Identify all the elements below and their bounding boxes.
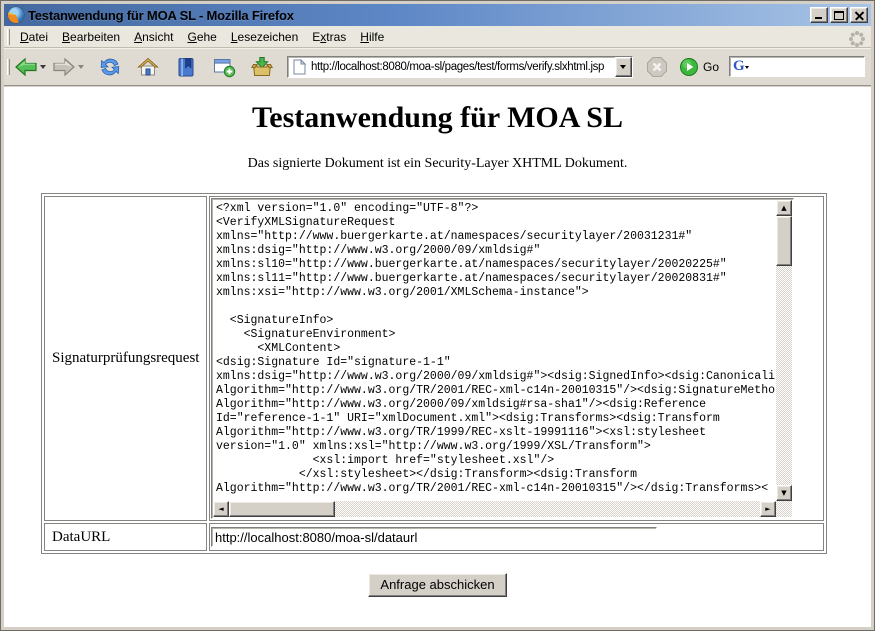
- verify-form-table: Signaturprüfungsrequest <?xml version="1…: [41, 193, 827, 554]
- go-icon: [679, 57, 699, 77]
- back-dropdown-icon[interactable]: [40, 65, 46, 72]
- maximize-icon: [834, 11, 844, 20]
- throbber-icon: [855, 37, 859, 41]
- chevron-down-icon: [620, 65, 626, 72]
- horizontal-scroll-thumb[interactable]: [229, 501, 335, 517]
- dataurl-label: DataURL: [44, 523, 207, 551]
- signature-request-label: Signaturprüfungsrequest: [44, 196, 207, 521]
- stop-button[interactable]: [645, 55, 669, 79]
- toolbar-grip[interactable]: [7, 59, 10, 75]
- go-button[interactable]: Go: [679, 57, 719, 77]
- new-window-button[interactable]: [211, 53, 237, 81]
- window-controls: [810, 7, 868, 23]
- bookmarks-button[interactable]: [173, 53, 199, 81]
- submit-request-button[interactable]: Anfrage abschicken: [368, 573, 506, 597]
- stop-icon: [645, 55, 669, 79]
- browser-window: Testanwendung für MOA SL - Mozilla Firef…: [0, 0, 875, 631]
- reload-icon: [98, 55, 122, 79]
- url-dropdown-button[interactable]: [615, 57, 632, 77]
- maximize-button[interactable]: [830, 7, 848, 23]
- vertical-scroll-thumb[interactable]: [776, 216, 792, 266]
- titlebar[interactable]: Testanwendung für MOA SL - Mozilla Firef…: [4, 4, 871, 26]
- close-button[interactable]: [850, 7, 868, 23]
- table-row-dataurl: DataURL: [44, 523, 824, 551]
- scrollbar-corner: [776, 501, 792, 517]
- go-label: Go: [703, 60, 719, 74]
- minimize-icon: [815, 17, 822, 19]
- dataurl-input[interactable]: [211, 527, 657, 547]
- menu-item-ansicht[interactable]: Ansicht: [127, 27, 180, 47]
- url-input[interactable]: [311, 58, 615, 76]
- downloads-icon: [250, 55, 274, 79]
- home-icon: [136, 55, 160, 79]
- navigation-toolbar: Go G: [4, 48, 871, 86]
- search-input[interactable]: [749, 61, 862, 73]
- vertical-scrollbar[interactable]: ▲ ▼: [776, 200, 792, 501]
- signature-request-textarea[interactable]: <?xml version="1.0" encoding="UTF-8"?> <…: [211, 198, 794, 519]
- table-row-signature-request: Signaturprüfungsrequest <?xml version="1…: [44, 196, 824, 521]
- page-title: Testanwendung für MOA SL: [4, 101, 871, 135]
- url-bar[interactable]: [287, 56, 633, 78]
- reload-button[interactable]: [97, 53, 123, 81]
- scroll-up-icon[interactable]: ▲: [776, 200, 792, 216]
- downloads-button[interactable]: [249, 53, 275, 81]
- menu-item-datei[interactable]: Datei: [13, 27, 55, 47]
- home-button[interactable]: [135, 53, 161, 81]
- google-logo-icon[interactable]: G: [733, 59, 749, 74]
- page-icon: [291, 59, 307, 75]
- forward-button[interactable]: [51, 53, 85, 81]
- menu-item-lesezeichen[interactable]: Lesezeichen: [224, 27, 305, 47]
- page-subtitle: Das signierte Dokument ist ein Security-…: [4, 156, 871, 172]
- new-window-icon: [212, 55, 236, 79]
- search-box[interactable]: G: [729, 56, 865, 77]
- scroll-right-icon[interactable]: ►: [760, 501, 776, 517]
- menu-item-gehe[interactable]: Gehe: [180, 27, 223, 47]
- forward-dropdown-icon[interactable]: [78, 65, 84, 72]
- submit-row: Anfrage abschicken: [4, 573, 871, 597]
- bookmarks-icon: [174, 55, 198, 79]
- back-button[interactable]: [13, 53, 47, 81]
- menubar-items: DateiBearbeitenAnsichtGeheLesezeichenExt…: [13, 27, 391, 47]
- menu-item-extras[interactable]: Extras: [305, 27, 353, 47]
- scroll-down-icon[interactable]: ▼: [776, 485, 792, 501]
- back-icon: [14, 55, 38, 79]
- menubar-grip[interactable]: [7, 29, 10, 45]
- firefox-icon: [8, 7, 24, 23]
- scroll-left-icon[interactable]: ◄: [213, 501, 229, 517]
- menu-item-bearbeiten[interactable]: Bearbeiten: [55, 27, 127, 47]
- menu-item-hilfe[interactable]: Hilfe: [353, 27, 391, 47]
- window-title: Testanwendung für MOA SL - Mozilla Firef…: [28, 8, 806, 23]
- forward-icon: [52, 55, 76, 79]
- close-icon: [851, 8, 867, 22]
- horizontal-scrollbar[interactable]: ◄ ►: [213, 501, 776, 517]
- signature-request-text[interactable]: <?xml version="1.0" encoding="UTF-8"?> <…: [214, 201, 775, 500]
- minimize-button[interactable]: [810, 7, 828, 23]
- page-content: Testanwendung für MOA SL Das signierte D…: [4, 87, 871, 627]
- menubar: DateiBearbeitenAnsichtGeheLesezeichenExt…: [4, 26, 871, 48]
